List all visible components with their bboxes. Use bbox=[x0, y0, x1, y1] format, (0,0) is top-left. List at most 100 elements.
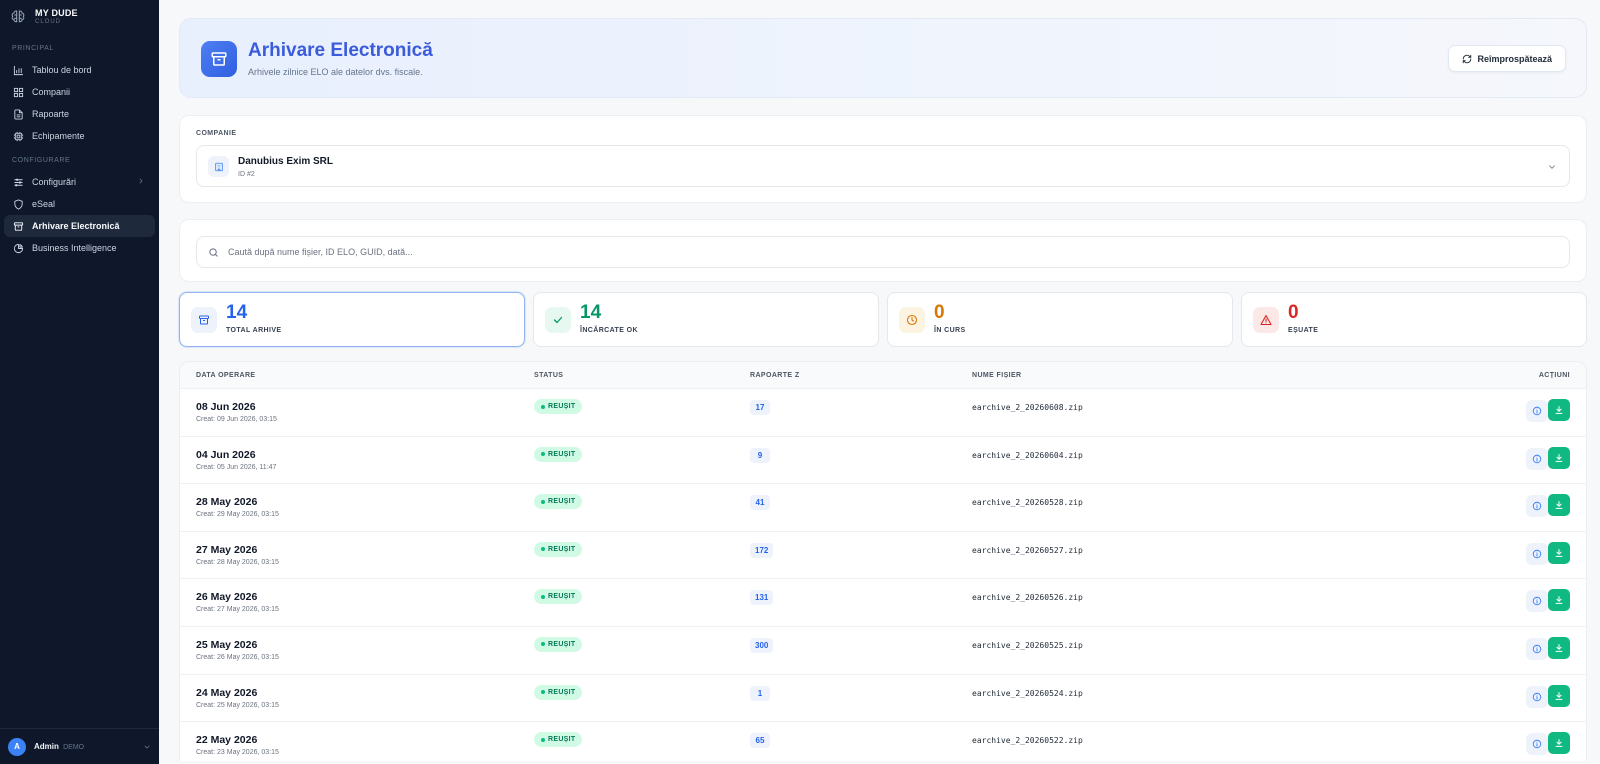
table-row[interactable]: 04 Jun 2026 Creat: 05 Jun 2026, 11:47 REUȘ… bbox=[180, 437, 1586, 485]
refresh-icon bbox=[1463, 54, 1472, 63]
sidebar-item-label: eSeal bbox=[32, 199, 56, 209]
brand[interactable]: MY DUDE CLOUD bbox=[0, 0, 159, 34]
file-name: earchive_2_20260604.zip bbox=[972, 450, 1083, 460]
sidebar-item-eseal[interactable]: eSeal bbox=[4, 193, 155, 215]
status-text: REUȘIT bbox=[548, 688, 576, 696]
stat-value: 0 bbox=[934, 302, 945, 323]
reports-count: 172 bbox=[750, 542, 774, 558]
details-button[interactable] bbox=[1526, 495, 1548, 518]
created-at: Creat: 27 May 2026, 03:15 bbox=[196, 606, 279, 614]
file-name: earchive_2_20260524.zip bbox=[972, 688, 1083, 698]
table-row[interactable]: 26 May 2026 Creat: 27 May 2026, 03:15 REUȘ… bbox=[180, 579, 1586, 627]
cell-date: 26 May 2026 Creat: 27 May 2026, 03:15 bbox=[196, 591, 279, 613]
table-header: DATA OPERARE STATUS RAPOARTE Z NUME FIȘI… bbox=[180, 362, 1586, 389]
sidebar-item-business-intelligence[interactable]: Business Intelligence bbox=[4, 237, 155, 259]
created-at: Creat: 23 May 2026, 03:15 bbox=[196, 749, 279, 757]
reports-count: 9 bbox=[750, 447, 770, 463]
cell-date: 28 May 2026 Creat: 29 May 2026, 03:15 bbox=[196, 496, 279, 518]
refresh-label: Reîmprospătează bbox=[1477, 53, 1552, 64]
status-badge: REUȘIT bbox=[534, 684, 583, 700]
status-dot bbox=[541, 594, 545, 599]
reports-count: 65 bbox=[750, 733, 770, 749]
company-label: COMPANIE bbox=[196, 130, 237, 137]
status-dot bbox=[541, 642, 545, 647]
table-row[interactable]: 22 May 2026 Creat: 23 May 2026, 03:15 REUȘ… bbox=[180, 722, 1586, 761]
download-button[interactable] bbox=[1548, 494, 1570, 517]
download-button[interactable] bbox=[1548, 636, 1570, 659]
stat-in-progress[interactable]: 0 ÎN CURS bbox=[887, 292, 1233, 347]
sidebar-item-dashboard[interactable]: Tablou de bord bbox=[4, 59, 155, 81]
document-icon bbox=[14, 108, 23, 120]
details-button[interactable] bbox=[1526, 542, 1548, 565]
download-icon bbox=[1554, 405, 1564, 415]
grid-icon bbox=[13, 87, 24, 97]
details-button[interactable] bbox=[1526, 590, 1548, 613]
column-header-date[interactable]: DATA OPERARE bbox=[196, 372, 256, 379]
operation-date: 26 May 2026 bbox=[196, 591, 258, 604]
info-icon bbox=[1532, 644, 1542, 654]
sidebar-item-reports[interactable]: Rapoarte bbox=[4, 103, 155, 125]
sidebar-item-settings[interactable]: Configurări bbox=[4, 171, 155, 193]
refresh-button[interactable]: Reîmprospătează bbox=[1448, 45, 1566, 72]
section-label-configurare: CONFIGURARE bbox=[12, 157, 71, 164]
stat-uploaded-ok[interactable]: 14 ÎNCĂRCATE OK bbox=[533, 292, 879, 347]
sidebar: MY DUDE CLOUD PRINCIPAL Tablou de bord C… bbox=[0, 0, 159, 764]
operation-date: 04 Jun 2026 bbox=[196, 448, 256, 461]
table-row[interactable]: 08 Jun 2026 Creat: 09 Jun 2026, 03:15 REUȘ… bbox=[180, 389, 1586, 437]
reports-count: 1 bbox=[750, 685, 770, 701]
table-row[interactable]: 25 May 2026 Creat: 26 May 2026, 03:15 REUȘ… bbox=[180, 627, 1586, 675]
details-button[interactable] bbox=[1526, 400, 1548, 422]
search-input[interactable] bbox=[228, 247, 1569, 257]
status-badge: REUȘIT bbox=[534, 494, 583, 510]
section-label-principal: PRINCIPAL bbox=[12, 45, 54, 52]
sidebar-item-archive[interactable]: Arhivare Electronică bbox=[4, 215, 155, 237]
details-button[interactable] bbox=[1526, 637, 1548, 660]
download-button[interactable] bbox=[1548, 732, 1570, 755]
stats-row: 14 TOTAL ARHIVE 14 ÎNCĂRCATE OK 0 ÎN CUR… bbox=[179, 292, 1587, 347]
sidebar-item-label: Echipamente bbox=[32, 131, 85, 141]
reports-count: 131 bbox=[750, 590, 774, 606]
table-row[interactable]: 24 May 2026 Creat: 25 May 2026, 03:15 REUȘ… bbox=[180, 675, 1586, 723]
details-button[interactable] bbox=[1526, 447, 1548, 470]
file-name: earchive_2_20260527.zip bbox=[972, 545, 1083, 555]
cell-date: 24 May 2026 Creat: 25 May 2026, 03:15 bbox=[196, 687, 279, 709]
download-button[interactable] bbox=[1548, 446, 1570, 469]
created-at: Creat: 25 May 2026, 03:15 bbox=[196, 701, 279, 709]
sidebar-item-companies[interactable]: Companii bbox=[4, 81, 155, 103]
user-menu[interactable]: A Admin DEMO bbox=[0, 728, 159, 764]
reports-count: 17 bbox=[750, 400, 770, 415]
column-header-filename[interactable]: NUME FIȘIER bbox=[972, 372, 1022, 379]
column-header-status[interactable]: STATUS bbox=[534, 372, 563, 379]
info-icon bbox=[1532, 501, 1542, 511]
status-dot bbox=[541, 452, 545, 457]
download-button[interactable] bbox=[1548, 684, 1570, 707]
company-select[interactable]: Danubius Exim SRL ID #2 bbox=[196, 145, 1570, 187]
status-text: REUȘIT bbox=[548, 450, 576, 458]
file-name: earchive_2_20260528.zip bbox=[972, 498, 1083, 508]
status-badge: REUȘIT bbox=[534, 399, 583, 414]
cell-date: 04 Jun 2026 Creat: 05 Jun 2026, 11:47 bbox=[196, 449, 276, 471]
status-text: REUȘIT bbox=[548, 593, 576, 601]
column-header-reports[interactable]: RAPOARTE Z bbox=[750, 372, 800, 379]
sidebar-item-equipment[interactable]: Echipamente bbox=[4, 125, 155, 147]
download-button[interactable] bbox=[1548, 399, 1570, 421]
sidebar-item-label: Rapoarte bbox=[32, 109, 70, 119]
created-at: Creat: 26 May 2026, 03:15 bbox=[196, 653, 279, 661]
operation-date: 25 May 2026 bbox=[196, 638, 258, 651]
archive-icon bbox=[191, 307, 217, 333]
sidebar-item-label: Companii bbox=[32, 87, 71, 97]
chevron-down-icon bbox=[144, 745, 150, 749]
check-icon bbox=[545, 307, 571, 333]
table-row[interactable]: 27 May 2026 Creat: 28 May 2026, 03:15 REUȘ… bbox=[180, 532, 1586, 580]
reports-count: 41 bbox=[750, 495, 770, 511]
details-button[interactable] bbox=[1526, 733, 1548, 756]
download-button[interactable] bbox=[1548, 541, 1570, 564]
download-button[interactable] bbox=[1548, 589, 1570, 612]
table-row[interactable]: 28 May 2026 Creat: 29 May 2026, 03:15 REUȘ… bbox=[180, 484, 1586, 532]
search-box bbox=[196, 236, 1570, 268]
details-button[interactable] bbox=[1526, 685, 1548, 708]
user-name: Admin DEMO bbox=[34, 742, 84, 751]
company-card: COMPANIE Danubius Exim SRL ID #2 bbox=[179, 115, 1587, 203]
stat-total-archives[interactable]: 14 TOTAL ARHIVE bbox=[179, 292, 525, 347]
stat-failed[interactable]: 0 EȘUATE bbox=[1241, 292, 1587, 347]
